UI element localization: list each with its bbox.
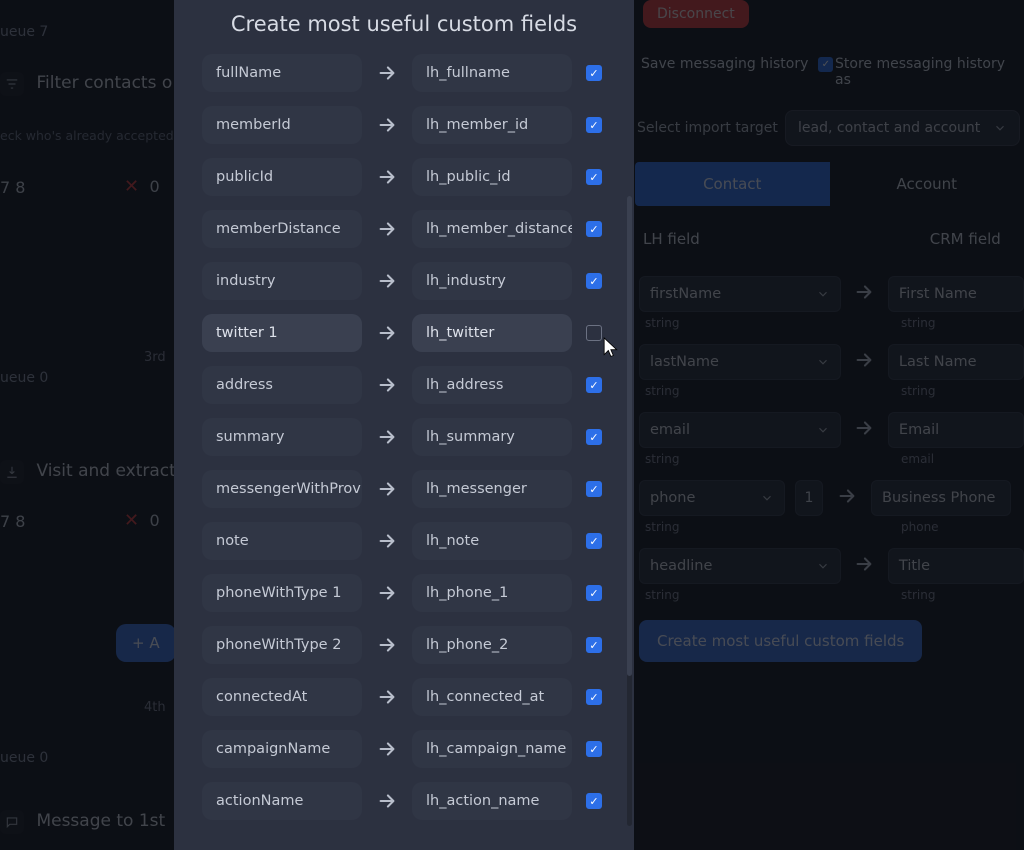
enable-checkbox[interactable]: ✓ [586,117,602,133]
mapping-row: fullName lh_fullname ✓ [202,54,624,92]
mapping-row: industry lh_industry ✓ [202,262,624,300]
source-field[interactable]: note [202,522,362,560]
enable-checkbox[interactable]: ✓ [586,793,602,809]
field-mapping-list: fullName lh_fullname ✓ memberId lh_member_id… [174,54,634,820]
enable-checkbox[interactable]: ✓ [586,585,602,601]
mapping-row: connectedAt lh_connected_at ✓ [202,678,624,716]
target-field[interactable]: lh_note [412,522,572,560]
enable-checkbox[interactable]: ✓ [586,741,602,757]
target-field[interactable]: lh_twitter [412,314,572,352]
arrow-right-icon [376,686,398,708]
arrow-right-icon [376,166,398,188]
mapping-row: messengerWithProv… lh_messenger ✓ [202,470,624,508]
arrow-right-icon [376,62,398,84]
mapping-row: note lh_note ✓ [202,522,624,560]
mapping-row: twitter 1 lh_twitter [202,314,624,352]
target-field[interactable]: lh_address [412,366,572,404]
arrow-right-icon [376,634,398,656]
arrow-right-icon [376,790,398,812]
source-field[interactable]: address [202,366,362,404]
mapping-row: memberId lh_member_id ✓ [202,106,624,144]
enable-checkbox[interactable] [586,325,602,341]
enable-checkbox[interactable]: ✓ [586,273,602,289]
source-field[interactable]: industry [202,262,362,300]
target-field[interactable]: lh_industry [412,262,572,300]
mapping-row: campaignName lh_campaign_name ✓ [202,730,624,768]
source-field[interactable]: connectedAt [202,678,362,716]
enable-checkbox[interactable]: ✓ [586,377,602,393]
mapping-row: phoneWithType 2 lh_phone_2 ✓ [202,626,624,664]
enable-checkbox[interactable]: ✓ [586,429,602,445]
arrow-right-icon [376,530,398,552]
enable-checkbox[interactable]: ✓ [586,65,602,81]
source-field[interactable]: memberId [202,106,362,144]
enable-checkbox[interactable]: ✓ [586,481,602,497]
enable-checkbox[interactable]: ✓ [586,533,602,549]
target-field[interactable]: lh_campaign_name [412,730,572,768]
enable-checkbox[interactable]: ✓ [586,637,602,653]
arrow-right-icon [376,218,398,240]
enable-checkbox[interactable]: ✓ [586,169,602,185]
create-custom-fields-modal: Create most useful custom fields fullNam… [174,0,634,850]
enable-checkbox[interactable]: ✓ [586,689,602,705]
mapping-row: actionName lh_action_name ✓ [202,782,624,820]
arrow-right-icon [376,374,398,396]
source-field[interactable]: phoneWithType 1 [202,574,362,612]
source-field[interactable]: messengerWithProv… [202,470,362,508]
arrow-right-icon [376,322,398,344]
arrow-right-icon [376,738,398,760]
mapping-row: summary lh_summary ✓ [202,418,624,456]
mapping-row: address lh_address ✓ [202,366,624,404]
source-field[interactable]: phoneWithType 2 [202,626,362,664]
arrow-right-icon [376,270,398,292]
source-field[interactable]: actionName [202,782,362,820]
source-field[interactable]: publicId [202,158,362,196]
scrollbar[interactable] [627,196,632,826]
source-field[interactable]: fullName [202,54,362,92]
arrow-right-icon [376,582,398,604]
source-field[interactable]: summary [202,418,362,456]
source-field[interactable]: memberDistance [202,210,362,248]
arrow-right-icon [376,478,398,500]
modal-title: Create most useful custom fields [174,12,634,36]
target-field[interactable]: lh_fullname [412,54,572,92]
enable-checkbox[interactable]: ✓ [586,221,602,237]
scrollbar-thumb[interactable] [627,196,632,676]
target-field[interactable]: lh_action_name [412,782,572,820]
target-field[interactable]: lh_connected_at [412,678,572,716]
arrow-right-icon [376,114,398,136]
mapping-row: memberDistance lh_member_distance ✓ [202,210,624,248]
target-field[interactable]: lh_member_id [412,106,572,144]
target-field[interactable]: lh_messenger [412,470,572,508]
source-field[interactable]: twitter 1 [202,314,362,352]
mapping-row: phoneWithType 1 lh_phone_1 ✓ [202,574,624,612]
target-field[interactable]: lh_member_distance [412,210,572,248]
target-field[interactable]: lh_phone_1 [412,574,572,612]
target-field[interactable]: lh_phone_2 [412,626,572,664]
source-field[interactable]: campaignName [202,730,362,768]
mapping-row: publicId lh_public_id ✓ [202,158,624,196]
target-field[interactable]: lh_summary [412,418,572,456]
arrow-right-icon [376,426,398,448]
target-field[interactable]: lh_public_id [412,158,572,196]
